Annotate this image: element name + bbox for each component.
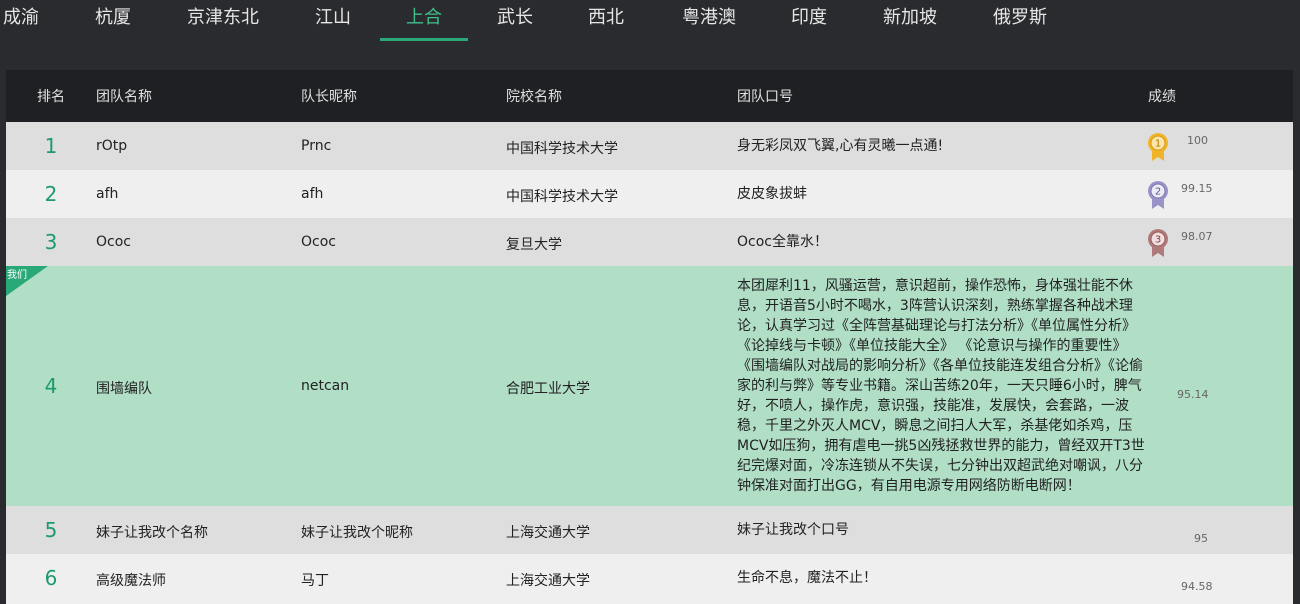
school-name: 合肥工业大学 — [506, 381, 590, 397]
tab-singapore[interactable]: 新加坡 — [880, 0, 940, 40]
tab-india[interactable]: 印度 — [788, 0, 830, 40]
team-name: Ococ — [96, 234, 131, 250]
tab-yuegangao[interactable]: 粤港澳 — [678, 0, 740, 40]
header-captain: 队长昵称 — [301, 89, 357, 105]
school-name: 中国科学技术大学 — [506, 141, 618, 157]
rank-number: 1 — [44, 134, 58, 158]
medal-number: 1 — [1155, 139, 1161, 150]
tab-hangxia[interactable]: 杭厦 — [90, 0, 136, 40]
bronze-medal-icon: 3 — [1148, 229, 1168, 257]
table-header: 排名 团队名称 队长昵称 院校名称 团队口号 成绩 — [6, 70, 1293, 122]
tab-chengyu[interactable]: 成渝 — [0, 0, 42, 40]
tab-jingjin-dongbei[interactable]: 京津东北 — [184, 0, 262, 40]
captain-name: Prnc — [301, 138, 332, 154]
header-score: 成绩 — [1148, 89, 1176, 105]
tab-shanghe[interactable]: 上合 — [380, 0, 468, 41]
team-slogan: 本团犀利11，风骚运营，意识超前，操作恐怖，身体强壮能不休息，开语音5小时不喝水… — [737, 278, 1145, 494]
score-value: 95 — [1194, 532, 1208, 545]
rank-number: 6 — [44, 566, 58, 590]
rank-number: 5 — [44, 518, 58, 542]
table-row: 3 Ococ Ococ 复旦大学 Ococ全靠水！ 3 98.07 — [6, 218, 1293, 266]
school-name: 上海交通大学 — [506, 525, 590, 541]
team-name: 围墙编队 — [96, 381, 152, 397]
team-slogan: 皮皮象拔蚌 — [737, 186, 807, 202]
table-row: 6 高级魔法师 马丁 上海交通大学 生命不息，魔法不止！ 94.58 — [6, 554, 1293, 604]
table-row: 1 rOtp Prnc 中国科学技术大学 身无彩凤双飞翼,心有灵曦一点通! 1 … — [6, 122, 1293, 170]
rank-number: 2 — [44, 182, 58, 206]
school-name: 上海交通大学 — [506, 573, 590, 589]
school-name: 中国科学技术大学 — [506, 189, 618, 205]
rank-number: 3 — [44, 230, 58, 254]
tab-jiangshan[interactable]: 江山 — [310, 0, 356, 40]
captain-name: Ococ — [301, 234, 336, 250]
medal-number: 2 — [1155, 187, 1161, 198]
our-team-label: 我们 — [7, 270, 27, 281]
team-name: 妹子让我改个名称 — [96, 525, 208, 541]
region-tabs: 成渝 杭厦 京津东北 江山 上合 武长 西北 粤港澳 印度 新加坡 俄罗斯 — [0, 0, 1300, 42]
silver-medal-icon: 2 — [1148, 181, 1168, 209]
score-value: 95.14 — [1177, 388, 1209, 401]
team-name: 高级魔法师 — [96, 573, 166, 589]
table-row: 5 妹子让我改个名称 妹子让我改个昵称 上海交通大学 妹子让我改个口号 95 — [6, 506, 1293, 554]
team-slogan: Ococ全靠水！ — [737, 234, 828, 250]
team-slogan: 妹子让我改个口号 — [737, 522, 849, 538]
score-value: 100 — [1187, 134, 1208, 147]
team-slogan: 身无彩凤双飞翼,心有灵曦一点通! — [737, 138, 944, 154]
captain-name: netcan — [301, 378, 350, 394]
table-row-our-team: 我们 4 围墙编队 netcan 合肥工业大学 本团犀利11，风骚运营，意识超前… — [6, 266, 1293, 506]
tab-russia[interactable]: 俄罗斯 — [990, 0, 1050, 40]
score-value: 98.07 — [1181, 230, 1213, 243]
captain-name: 马丁 — [301, 573, 329, 589]
rank-number: 4 — [44, 374, 58, 398]
team-name: afh — [96, 186, 119, 202]
header-school: 院校名称 — [506, 89, 562, 105]
score-value: 99.15 — [1181, 182, 1213, 195]
tab-wuchang[interactable]: 武长 — [494, 0, 536, 40]
team-slogan: 生命不息，魔法不止！ — [737, 570, 877, 586]
medal-number: 3 — [1155, 235, 1161, 246]
captain-name: afh — [301, 186, 324, 202]
table-row: 2 afh afh 中国科学技术大学 皮皮象拔蚌 2 99.15 — [6, 170, 1293, 218]
header-rank: 排名 — [37, 89, 65, 105]
tab-xibei[interactable]: 西北 — [585, 0, 627, 40]
header-team: 团队名称 — [96, 89, 152, 105]
header-slogan: 团队口号 — [737, 89, 793, 105]
school-name: 复旦大学 — [506, 237, 562, 253]
gold-medal-icon: 1 — [1148, 133, 1168, 161]
team-name: rOtp — [96, 138, 128, 154]
score-value: 94.58 — [1181, 580, 1213, 593]
leaderboard-table: 排名 团队名称 队长昵称 院校名称 团队口号 成绩 1 rOtp Prnc 中国… — [6, 70, 1293, 604]
captain-name: 妹子让我改个昵称 — [301, 525, 413, 541]
